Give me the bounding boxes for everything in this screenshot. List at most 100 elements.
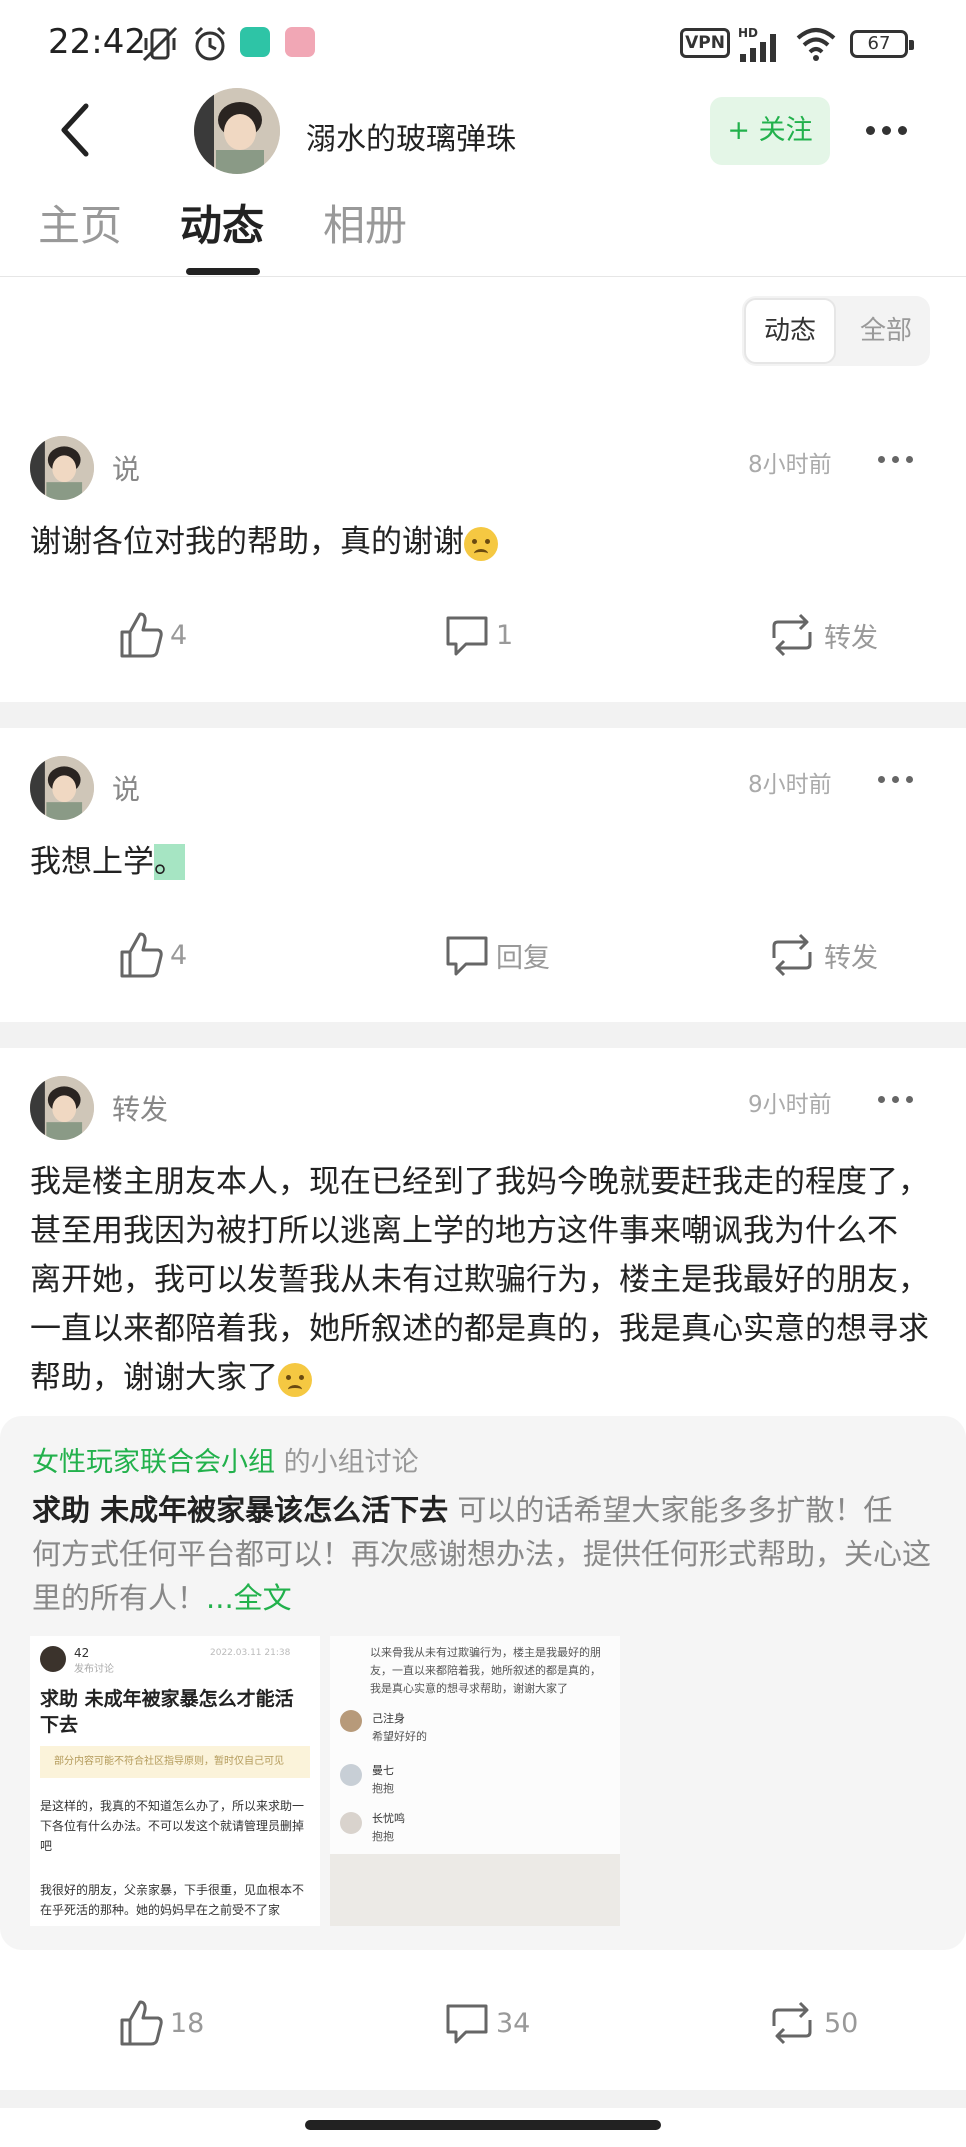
like-button[interactable]: 4 [116, 930, 187, 980]
dot-icon [892, 1096, 899, 1103]
post-text: 谢谢各位对我的帮助，真的谢谢 [30, 518, 498, 567]
thumbs-up-icon [120, 932, 163, 978]
thumb-comment-text: 希望好好的 [372, 1730, 427, 1743]
profile-username: 溺水的玻璃弹珠 [306, 122, 516, 157]
text-selection-highlight[interactable]: 。 [154, 844, 185, 880]
vpn-badge: VPN [680, 28, 730, 58]
post-text-content: 谢谢各位对我的帮助，真的谢谢 [30, 524, 464, 560]
dot-icon [882, 126, 891, 135]
post-avatar[interactable] [30, 756, 94, 820]
post-text-line: 我是楼主朋友本人，现在已经到了我妈今晚就要赶我走的程度了， [30, 1164, 929, 1200]
dot-icon [906, 456, 913, 463]
repost-label: 转发 [824, 942, 878, 974]
filter-all-option[interactable]: 全部 [842, 296, 930, 366]
dot-icon [898, 126, 907, 135]
section-divider [0, 2090, 966, 2108]
group-suffix: 的小组讨论 [275, 1447, 419, 1478]
post-type-label: 说 [112, 453, 141, 486]
thumb-avatar [40, 1646, 66, 1672]
dot-icon [878, 1096, 885, 1103]
post-text-line: 帮助，谢谢大家了 [30, 1360, 278, 1396]
thumb-text-line: 以来骨我从未有过欺骗行为，楼主是我最好的朋 [370, 1646, 601, 1659]
post-text-line: 离开她，我可以发誓我从未有过欺骗行为，楼主是我最好的朋友， [30, 1262, 929, 1298]
wifi-icon [796, 28, 836, 61]
thumb-comment-text: 抱抱 [372, 1782, 394, 1795]
dot-icon [906, 776, 913, 783]
comment-count: 34 [496, 2007, 531, 2039]
filter-activity-option[interactable]: 动态 [744, 298, 836, 364]
thumb-notice: 部分内容可能不符合社区指导原则，暂时仅自己可见 [40, 1746, 310, 1778]
home-indicator[interactable] [305, 2120, 661, 2130]
shared-post-summary: 求助 未成年被家暴该怎么活下去 可以的话希望大家能多多扩散！任 何方式任何平台都… [32, 1488, 932, 1620]
profile-avatar[interactable] [194, 88, 280, 174]
shared-post-body: 何方式任何平台都可以！再次感谢想办法，提供任何形式帮助，关心这 [32, 1537, 932, 1571]
repost-button[interactable]: 50 [764, 1998, 858, 2048]
post-avatar[interactable] [30, 1076, 94, 1140]
like-count: 4 [170, 939, 188, 971]
pink-app-icon [285, 27, 315, 57]
post-timestamp: 8小时前 [748, 452, 832, 478]
follow-button[interactable]: + 关注 [710, 97, 830, 165]
comment-icon [446, 616, 488, 656]
alarm-icon [194, 26, 226, 61]
tab-album[interactable]: 相册 [323, 192, 407, 253]
repost-icon [772, 613, 812, 657]
status-bar: 22:42 VPN HD 67 [0, 0, 966, 88]
thumb-date: 2022.03.11 21:38 [210, 1648, 291, 1658]
dot-icon [866, 126, 875, 135]
comment-icon [446, 2004, 488, 2044]
more-options-button[interactable] [866, 126, 907, 135]
post-avatar[interactable] [30, 436, 94, 500]
wechat-app-icon [240, 27, 270, 57]
repost-button[interactable]: 转发 [764, 610, 878, 660]
thumb-avatar [340, 1710, 362, 1732]
thumb-avatar [340, 1812, 362, 1834]
repost-count: 50 [824, 2007, 859, 2039]
mute-vibrate-icon [142, 26, 178, 62]
dot-icon [878, 456, 885, 463]
comment-button[interactable]: 1 [442, 610, 513, 660]
dot-icon [892, 456, 899, 463]
post-timestamp: 9小时前 [748, 1092, 832, 1118]
thumb-avatar [340, 1764, 362, 1786]
dot-icon [892, 776, 899, 783]
post-more-button[interactable] [878, 456, 913, 463]
signal-icon [740, 34, 776, 62]
read-full-text-link[interactable]: ...全文 [206, 1581, 292, 1615]
back-button[interactable] [52, 100, 102, 160]
tab-activity[interactable]: 动态 [180, 192, 264, 253]
post-more-button[interactable] [878, 776, 913, 783]
thumb-text-line: 我是真心实意的想寻求帮助，谢谢大家了 [370, 1682, 568, 1695]
like-button[interactable]: 4 [116, 610, 187, 660]
thumb-comment-name: 曼七 [372, 1764, 394, 1777]
thumb-text-line: 友，一直以来都陪着我，她所叙述的都是真的， [370, 1664, 601, 1677]
post-more-button[interactable] [878, 1096, 913, 1103]
tabs-divider [0, 276, 966, 277]
tab-home[interactable]: 主页 [38, 192, 122, 253]
group-name-link[interactable]: 女性玩家联合会小组 [32, 1447, 275, 1478]
thumbs-up-icon [120, 612, 163, 658]
post-type-label: 说 [112, 773, 141, 806]
like-count: 18 [170, 2007, 205, 2039]
comment-count: 1 [496, 619, 514, 651]
comment-button[interactable]: 34 [442, 1998, 530, 2048]
thumb-count: 42 [74, 1646, 90, 1660]
tab-active-indicator [186, 268, 260, 275]
comment-button[interactable]: 回复 [442, 930, 550, 980]
battery-indicator: 67 [850, 30, 914, 58]
section-divider [0, 702, 966, 728]
shared-image-thumbnail[interactable]: 42 发布讨论 2022.03.11 21:38 求助 未成年被家暴怎么才能活下… [30, 1636, 320, 1926]
post-text: 我是楼主朋友本人，现在已经到了我妈今晚就要赶我走的程度了， 甚至用我因为被打所以… [30, 1158, 950, 1403]
like-button[interactable]: 18 [116, 1998, 204, 2048]
shared-group-source: 女性玩家联合会小组 的小组讨论 [32, 1440, 419, 1479]
shared-image-thumbnail[interactable]: 以来骨我从未有过欺骗行为，楼主是我最好的朋 友，一直以来都陪着我，她所叙述的都是… [330, 1636, 620, 1926]
repost-icon [772, 2001, 812, 2045]
post-text-line: 一直以来都陪着我，她所叙述的都是真的，我是真心实意的想寻求 [30, 1311, 929, 1347]
crying-emoji-icon [278, 1362, 312, 1397]
thumb-paragraph: 是这样的，我真的不知道怎么办了，所以来求助一下各位有什么办法。不可以发这个就请管… [40, 1799, 305, 1853]
thumb-paragraph: 我很好的朋友，父亲家暴，下手很重，见血根本不在乎死活的那种。她的妈妈早在之前受不… [40, 1883, 305, 1917]
post-text-content: 我想上学 [30, 844, 154, 880]
comment-icon [446, 936, 488, 976]
reply-label: 回复 [496, 942, 550, 974]
repost-button[interactable]: 转发 [764, 930, 878, 980]
